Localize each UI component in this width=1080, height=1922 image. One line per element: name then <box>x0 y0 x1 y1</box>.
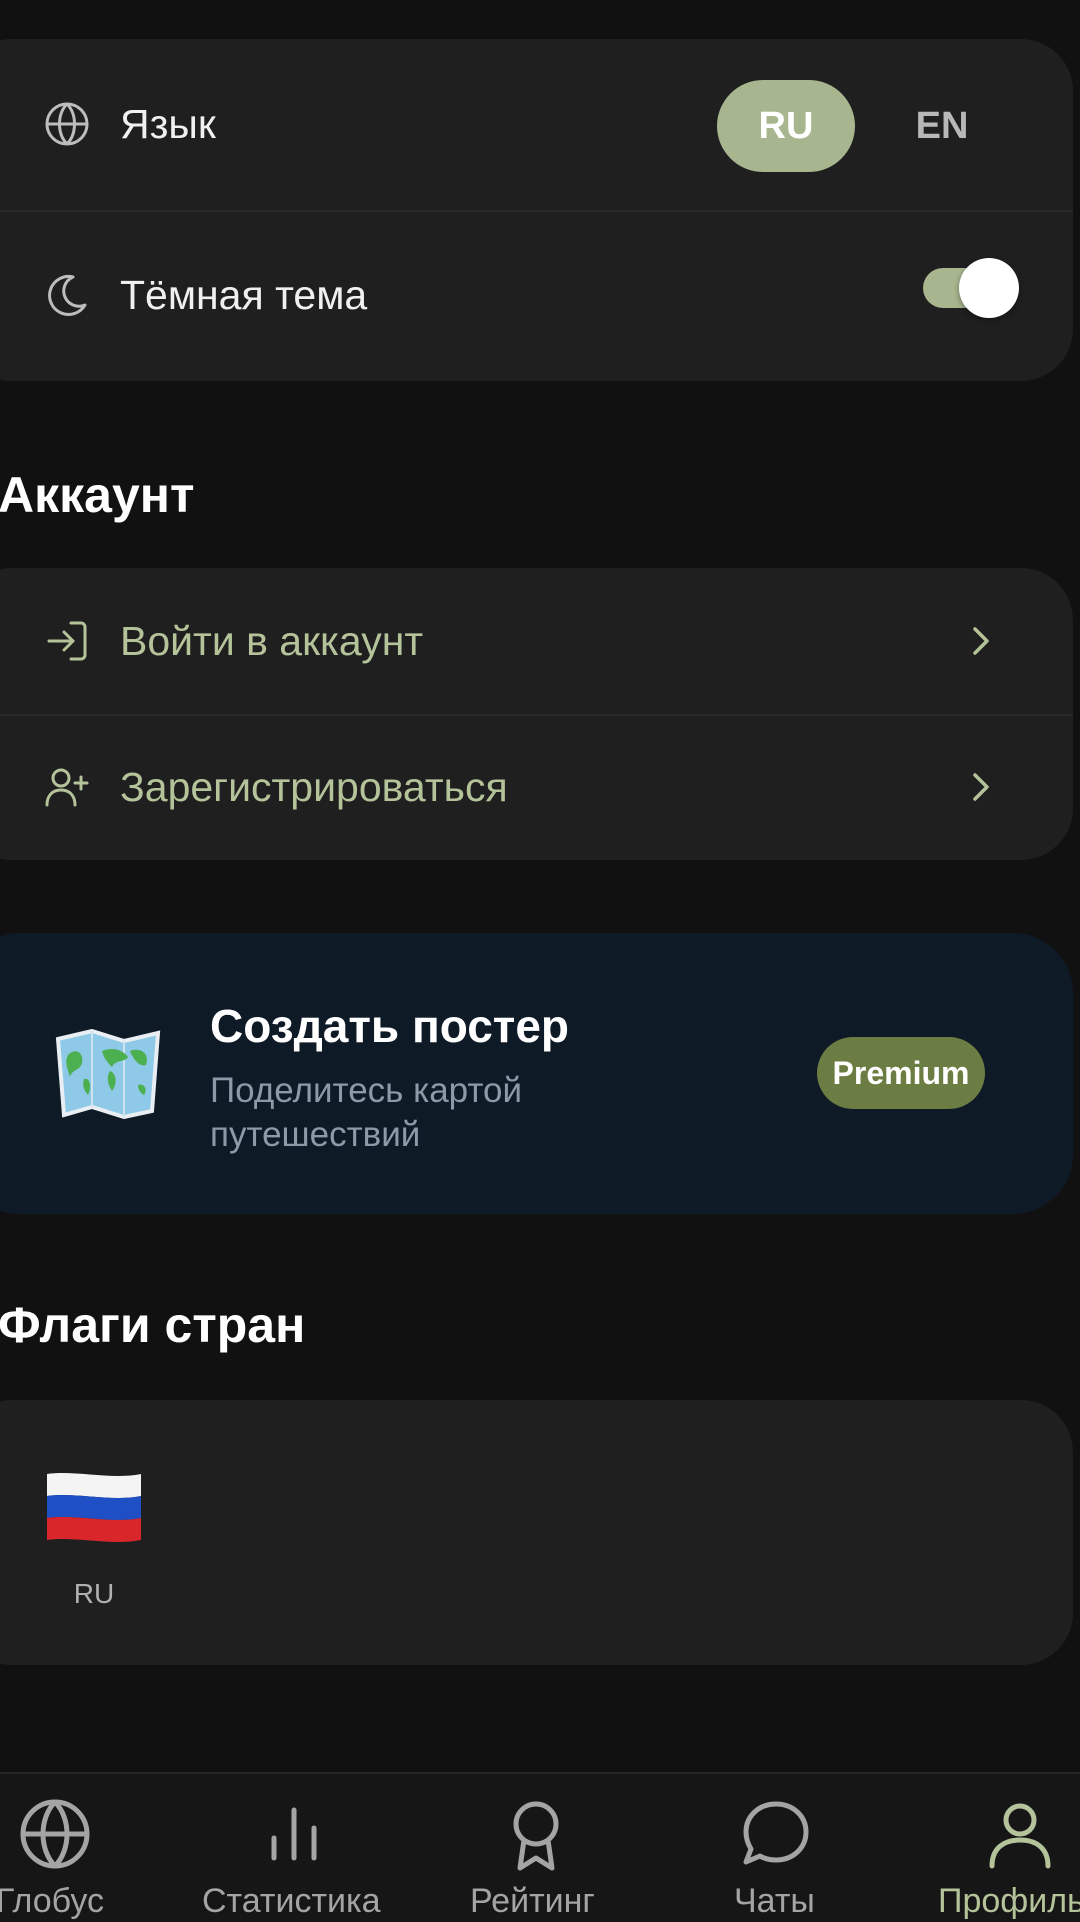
login-icon <box>43 617 91 665</box>
register-row[interactable]: Зарегистрироваться <box>0 714 1073 860</box>
login-row[interactable]: Войти в аккаунт <box>0 568 1073 714</box>
tab-profile-label: Профиль <box>938 1882 1080 1920</box>
dark-theme-label: Тёмная тема <box>120 272 368 318</box>
login-label: Войти в аккаунт <box>120 618 424 664</box>
promo-title: Создать постер <box>210 1000 570 1052</box>
language-label: Язык <box>120 101 216 147</box>
account-section-title: Аккаунт <box>0 467 195 523</box>
account-card: Войти в аккаунт Зарегистрироваться <box>0 568 1073 860</box>
bottom-tab-bar: Глобус Статистика Рейтинг Чаты Профиль <box>0 1772 1080 1922</box>
tab-rating-label: Рейтинг <box>470 1882 595 1920</box>
add-user-icon <box>43 763 91 811</box>
tab-chats[interactable]: Чаты <box>728 1774 828 1922</box>
register-label: Зарегистрироваться <box>120 764 508 810</box>
moon-icon <box>43 271 91 319</box>
globe-icon <box>43 100 91 148</box>
settings-page: Язык RU EN Тёмная тема Аккаунт Войти в а… <box>0 0 1080 1922</box>
tab-statistics-label: Статистика <box>202 1882 381 1920</box>
tab-globe-label: Глобус <box>0 1882 104 1920</box>
flags-section-title: Флаги стран <box>0 1297 306 1353</box>
promo-subtitle-line2: путешествий <box>210 1115 421 1154</box>
world-map-icon <box>54 1028 162 1120</box>
globe-icon <box>17 1796 93 1872</box>
tab-globe[interactable]: Глобус <box>0 1774 110 1922</box>
tab-statistics[interactable]: Статистика <box>196 1774 392 1922</box>
dark-theme-toggle[interactable] <box>923 258 1019 318</box>
tab-profile[interactable]: Профиль <box>938 1774 1080 1922</box>
user-icon <box>982 1796 1058 1872</box>
flag-country-code: RU <box>73 1578 115 1609</box>
language-switch: RU EN <box>717 80 1011 172</box>
chat-bubble-icon <box>738 1796 814 1872</box>
language-ru-button[interactable]: RU <box>717 80 855 172</box>
toggle-knob <box>959 258 1019 318</box>
russia-flag-icon <box>45 1470 143 1542</box>
create-poster-card[interactable]: Создать постер Поделитесь картой путешес… <box>0 933 1073 1214</box>
premium-button[interactable]: Premium <box>817 1037 985 1109</box>
language-row: Язык RU EN <box>0 39 1073 210</box>
dark-theme-row: Тёмная тема <box>0 210 1073 381</box>
tab-chats-label: Чаты <box>734 1882 815 1920</box>
promo-subtitle-line1: Поделитесь картой <box>210 1071 523 1110</box>
chevron-right-icon <box>965 767 997 807</box>
award-icon <box>498 1796 574 1872</box>
language-en-button[interactable]: EN <box>873 80 1011 172</box>
bar-chart-icon <box>256 1796 332 1872</box>
preferences-card: Язык RU EN Тёмная тема <box>0 39 1073 381</box>
chevron-right-icon <box>965 621 997 661</box>
flags-card: RU <box>0 1400 1073 1665</box>
tab-rating[interactable]: Рейтинг <box>466 1774 606 1922</box>
